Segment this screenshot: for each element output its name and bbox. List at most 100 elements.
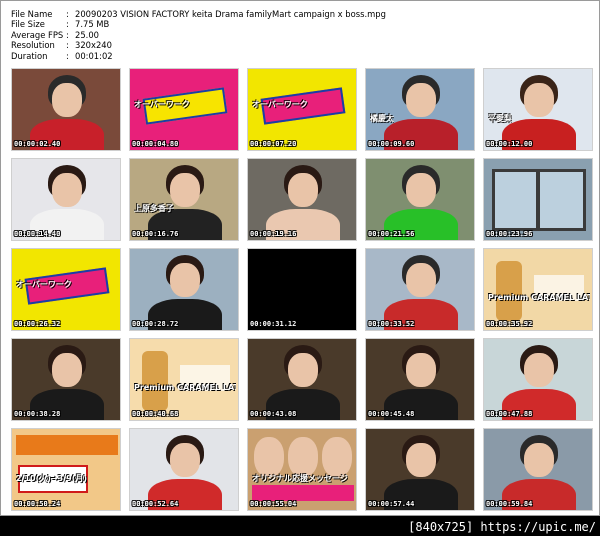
info-separator: : xyxy=(66,29,69,40)
frame-caption: 2/10(火)→3/9(月) xyxy=(16,474,88,483)
face-shape xyxy=(406,443,436,477)
video-frame-thumbnail[interactable]: 00:00:59.84 xyxy=(483,428,593,511)
face-shape xyxy=(52,353,82,387)
timestamp: 00:00:40.68 xyxy=(132,410,179,418)
timestamp: 00:00:35.92 xyxy=(486,320,533,328)
info-row: Average FPS:25.00 xyxy=(11,30,386,40)
bottle-shape xyxy=(496,261,522,321)
face-shape xyxy=(170,263,200,297)
video-frame-thumbnail[interactable]: 00:00:57.44 xyxy=(365,428,475,511)
frame-caption: オリジナル応援メッセージ xyxy=(252,474,348,483)
frame-caption: Premium CARAMEL LATTE xyxy=(488,293,590,302)
frame-caption: オーバーワーク xyxy=(16,280,72,289)
video-frame-thumbnail[interactable]: Premium CARAMEL LATTE 00:00:40.68 xyxy=(129,338,239,421)
face-shape xyxy=(524,443,554,477)
file-info: File Name:20090203 VISION FACTORY keita … xyxy=(11,9,386,61)
timestamp: 00:00:23.96 xyxy=(486,230,533,238)
timestamp: 00:00:26.32 xyxy=(14,320,61,328)
info-separator: : xyxy=(66,9,69,19)
info-row: Duration:00:01:02 xyxy=(11,51,386,61)
video-frame-thumbnail[interactable]: 2/10(火)→3/9(月) 00:00:50.24 xyxy=(11,428,121,511)
face-shape xyxy=(322,437,352,477)
video-frame-thumbnail[interactable]: 00:00:52.64 xyxy=(129,428,239,511)
info-value: 320x240 xyxy=(75,40,112,51)
timestamp: 00:00:31.12 xyxy=(250,320,297,328)
timestamp: 00:00:50.24 xyxy=(14,500,61,508)
face-shape xyxy=(406,263,436,297)
info-row: Resolution:320x240 xyxy=(11,40,386,50)
thumbnail-grid: 00:00:02.40 オーバーワーク 00:00:04.80 オーバーワーク 00:0… xyxy=(11,68,593,511)
face-shape xyxy=(524,83,554,117)
timestamp: 00:00:09.60 xyxy=(368,140,415,148)
timestamp: 00:00:12.00 xyxy=(486,140,533,148)
info-value: 20090203 VISION FACTORY keita Drama fami… xyxy=(75,9,386,19)
video-frame-thumbnail[interactable]: オリジナル応援メッセージ 00:00:55.04 xyxy=(247,428,357,511)
info-row: File Name:20090203 VISION FACTORY keita … xyxy=(11,9,386,19)
video-frame-thumbnail[interactable]: 00:00:47.88 xyxy=(483,338,593,421)
timestamp: 00:00:33.52 xyxy=(368,320,415,328)
video-frame-thumbnail[interactable]: 橘慶太 00:00:09.60 xyxy=(365,68,475,151)
video-frame-thumbnail[interactable]: 00:00:23.96 xyxy=(483,158,593,241)
video-frame-thumbnail[interactable]: オーバーワーク 00:00:04.80 xyxy=(129,68,239,151)
video-frame-thumbnail[interactable]: 00:00:31.12 xyxy=(247,248,357,331)
video-frame-thumbnail[interactable]: 00:00:43.08 xyxy=(247,338,357,421)
video-frame-thumbnail[interactable]: 平愛梨 00:00:12.00 xyxy=(483,68,593,151)
info-key: Duration xyxy=(11,50,48,61)
face-shape xyxy=(288,353,318,387)
video-frame-thumbnail[interactable]: 00:00:21.56 xyxy=(365,158,475,241)
timestamp: 00:00:21.56 xyxy=(368,230,415,238)
timestamp: 00:00:57.44 xyxy=(368,500,415,508)
message-banner-shape xyxy=(252,485,354,501)
video-frame-thumbnail[interactable]: 00:00:19.16 xyxy=(247,158,357,241)
frame-caption: オーバーワーク xyxy=(252,100,308,109)
video-frame-thumbnail[interactable]: オーバーワーク 00:00:07.20 xyxy=(247,68,357,151)
info-value: 7.75 MB xyxy=(75,19,110,30)
timestamp: 00:00:55.04 xyxy=(250,500,297,508)
video-frame-thumbnail[interactable]: 00:00:28.72 xyxy=(129,248,239,331)
timestamp: 00:00:02.40 xyxy=(14,140,61,148)
video-frame-thumbnail[interactable]: 00:00:14.40 xyxy=(11,158,121,241)
face-shape xyxy=(288,437,318,477)
timestamp: 00:00:45.48 xyxy=(368,410,415,418)
video-frame-thumbnail[interactable]: 上原多香子 00:00:16.76 xyxy=(129,158,239,241)
timestamp: 00:00:19.16 xyxy=(250,230,297,238)
face-shape xyxy=(170,443,200,477)
video-frame-thumbnail[interactable]: オーバーワーク 00:00:26.32 xyxy=(11,248,121,331)
video-frame-thumbnail[interactable]: Premium CARAMEL LATTE 00:00:35.92 xyxy=(483,248,593,331)
info-separator: : xyxy=(66,19,69,30)
video-frame-thumbnail[interactable]: 00:00:38.28 xyxy=(11,338,121,421)
info-value: 00:01:02 xyxy=(75,50,113,61)
timestamp: 00:00:43.08 xyxy=(250,410,297,418)
frame-caption: 橘慶太 xyxy=(370,114,394,123)
info-key: File Name xyxy=(11,9,53,19)
info-key: Resolution xyxy=(11,40,55,51)
face-shape xyxy=(288,173,318,207)
timestamp: 00:00:28.72 xyxy=(132,320,179,328)
campaign-banner-shape xyxy=(16,435,118,455)
bottle-shape xyxy=(142,351,168,411)
face-shape xyxy=(254,437,284,477)
timestamp: 00:00:16.76 xyxy=(132,230,179,238)
frame-caption: Premium CARAMEL LATTE xyxy=(134,383,236,392)
face-shape xyxy=(406,173,436,207)
face-shape xyxy=(52,83,82,117)
video-frame-thumbnail[interactable]: 00:00:45.48 xyxy=(365,338,475,421)
frame-caption: オーバーワーク xyxy=(134,100,190,109)
timestamp: 00:00:07.20 xyxy=(250,140,297,148)
timestamp: 00:00:14.40 xyxy=(14,230,61,238)
info-key: File Size xyxy=(11,19,45,30)
video-frame-thumbnail[interactable]: 00:00:02.40 xyxy=(11,68,121,151)
timestamp: 00:00:52.64 xyxy=(132,500,179,508)
info-key: Average FPS xyxy=(11,29,64,40)
face-shape xyxy=(524,353,554,387)
timestamp: 00:00:47.88 xyxy=(486,410,533,418)
face-shape xyxy=(170,173,200,207)
face-shape xyxy=(52,173,82,207)
video-frame-thumbnail[interactable]: 00:00:33.52 xyxy=(365,248,475,331)
info-separator: : xyxy=(66,40,69,51)
info-value: 25.00 xyxy=(75,29,99,40)
face-shape xyxy=(406,353,436,387)
image-host-caption: [840x725] https://upic.me/ xyxy=(408,520,596,534)
face-shape xyxy=(406,83,436,117)
info-row: File Size:7.75 MB xyxy=(11,19,386,29)
